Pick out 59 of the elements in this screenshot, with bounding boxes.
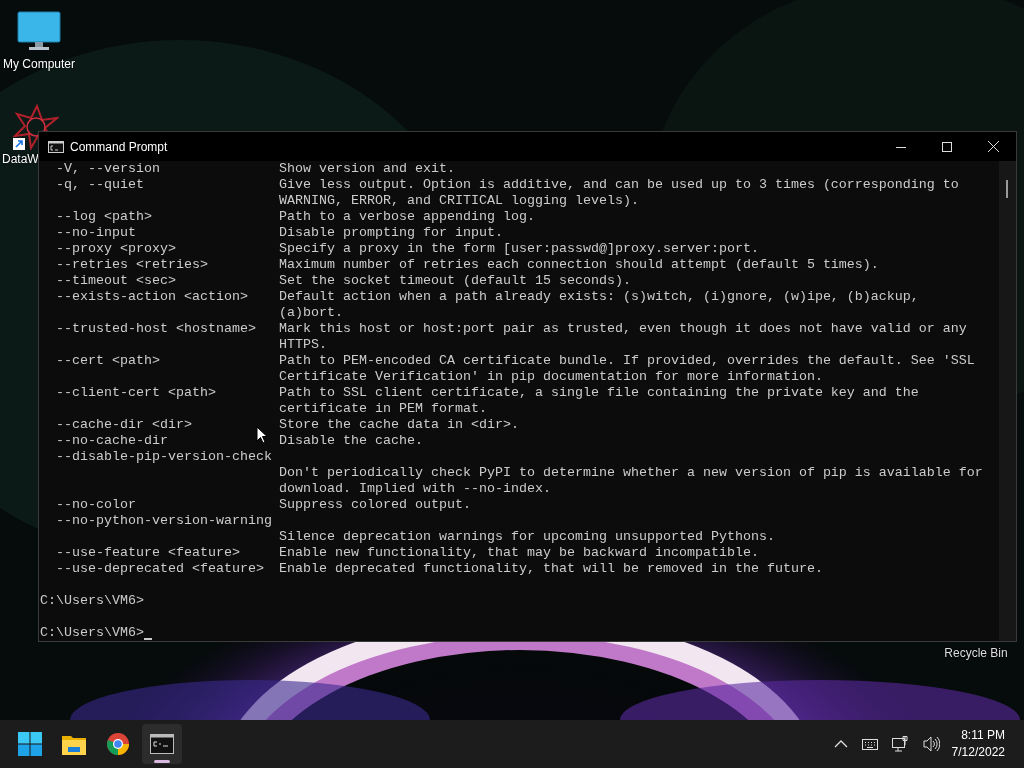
option-name: --use-deprecated <feature> <box>56 561 264 577</box>
option-name: -q, --quiet <box>56 177 144 194</box>
volume-icon[interactable] <box>922 736 940 752</box>
option-description: Path to a verbose appending log. <box>279 209 535 225</box>
option-description: Default action when a path already exists: (s)witch, (i)gnore, (w)ipe, (b)ackup, (a)bort. <box>279 289 919 321</box>
network-icon[interactable] <box>891 736 909 752</box>
option-name: --log <path> <box>56 209 152 225</box>
option-name: --disable-pip-version-check <box>56 449 272 465</box>
terminal-icon <box>48 140 64 153</box>
option-description: Path to SSL client certificate, a single file containing the private key and the certificate in PEM format. <box>279 385 919 417</box>
option-description: Disable the cache. <box>279 433 423 449</box>
scrollbar[interactable] <box>999 161 1016 641</box>
desktop-icon-label[interactable]: My Computer <box>3 57 75 71</box>
option-name: --retries <retries> <box>56 257 208 273</box>
keyboard-icon[interactable] <box>861 738 878 750</box>
command-prompt: C:\Users\VM6> <box>40 593 144 609</box>
option-description: Disable prompting for input. <box>279 225 503 241</box>
option-description: Path to PEM-encoded CA certificate bundle. If provided, overrides the default. See 'SSL Certificate Verification' in pip documentation for more information. <box>279 353 975 385</box>
option-name: -V, --version <box>56 161 160 177</box>
option-name: --trusted-host <hostname> <box>56 321 256 338</box>
option-name: --no-color <box>56 497 136 513</box>
taskbar-button[interactable] <box>142 724 182 764</box>
option-name: --proxy <proxy> <box>56 241 176 257</box>
desktop-icon-label[interactable]: Recycle Bin <box>944 646 1008 660</box>
close-icon <box>987 141 999 152</box>
option-description: Maximum number of retries each connection should attempt (default 5 times). <box>279 257 879 273</box>
option-description: Suppress colored output. <box>279 497 471 513</box>
browser-icon <box>106 732 130 756</box>
option-name: --no-python-version-warning <box>56 513 272 529</box>
option-description: Store the cache data in <dir>. <box>279 417 519 433</box>
option-description: Enable new functionality, that may be backward incompatible. <box>279 545 759 561</box>
desktop-icon-label[interactable]: DataW <box>2 152 39 166</box>
option-description: Silence deprecation warnings for upcoming unsupported Pythons. <box>279 529 775 545</box>
text-cursor <box>144 638 152 640</box>
option-description: Give less output. Option is additive, and can be used up to 3 times (corresponding to WARNING, ERROR, and CRITICAL logging levels). <box>279 177 959 209</box>
option-name: --use-feature <feature> <box>56 545 240 561</box>
option-name: --timeout <sec> <box>56 273 176 289</box>
option-description: Don't periodically check PyPI to determine whether a new version of pip is available for download. Implied with --no-index. <box>279 465 983 497</box>
maximize-icon <box>942 141 952 152</box>
scrollbar-thumb[interactable] <box>1006 180 1008 198</box>
option-description: Specify a proxy in the form [user:passwd@]proxy.server:port. <box>279 241 759 257</box>
option-name: --cache-dir <dir> <box>56 417 192 433</box>
chevron-up-icon[interactable] <box>833 738 848 750</box>
command-prompt: C:\Users\VM6> <box>40 625 144 641</box>
option-name: --no-cache-dir <box>56 433 168 449</box>
cursor-icon <box>256 426 268 444</box>
option-name: --no-input <box>56 225 136 241</box>
option-description: Mark this host or host:port pair as trusted, even though it does not have valid or any HTTPS. <box>279 321 967 353</box>
option-name: --client-cert <path> <box>56 385 216 402</box>
option-description: Show version and exit. <box>279 161 455 177</box>
option-name: --exists-action <action> <box>56 289 248 306</box>
terminal-icon <box>150 732 174 756</box>
clock[interactable]: 8:11 PM 7/12/2022 <box>951 727 1005 761</box>
windows-logo-icon <box>18 732 42 756</box>
monitor-icon <box>17 11 61 51</box>
option-description: Enable deprecated functionality, that will be removed in the future. <box>279 561 823 577</box>
option-name: --cert <path> <box>56 353 160 370</box>
option-description: Set the socket timeout (default 15 seconds). <box>279 273 631 289</box>
window-title: Command Prompt <box>70 139 168 154</box>
